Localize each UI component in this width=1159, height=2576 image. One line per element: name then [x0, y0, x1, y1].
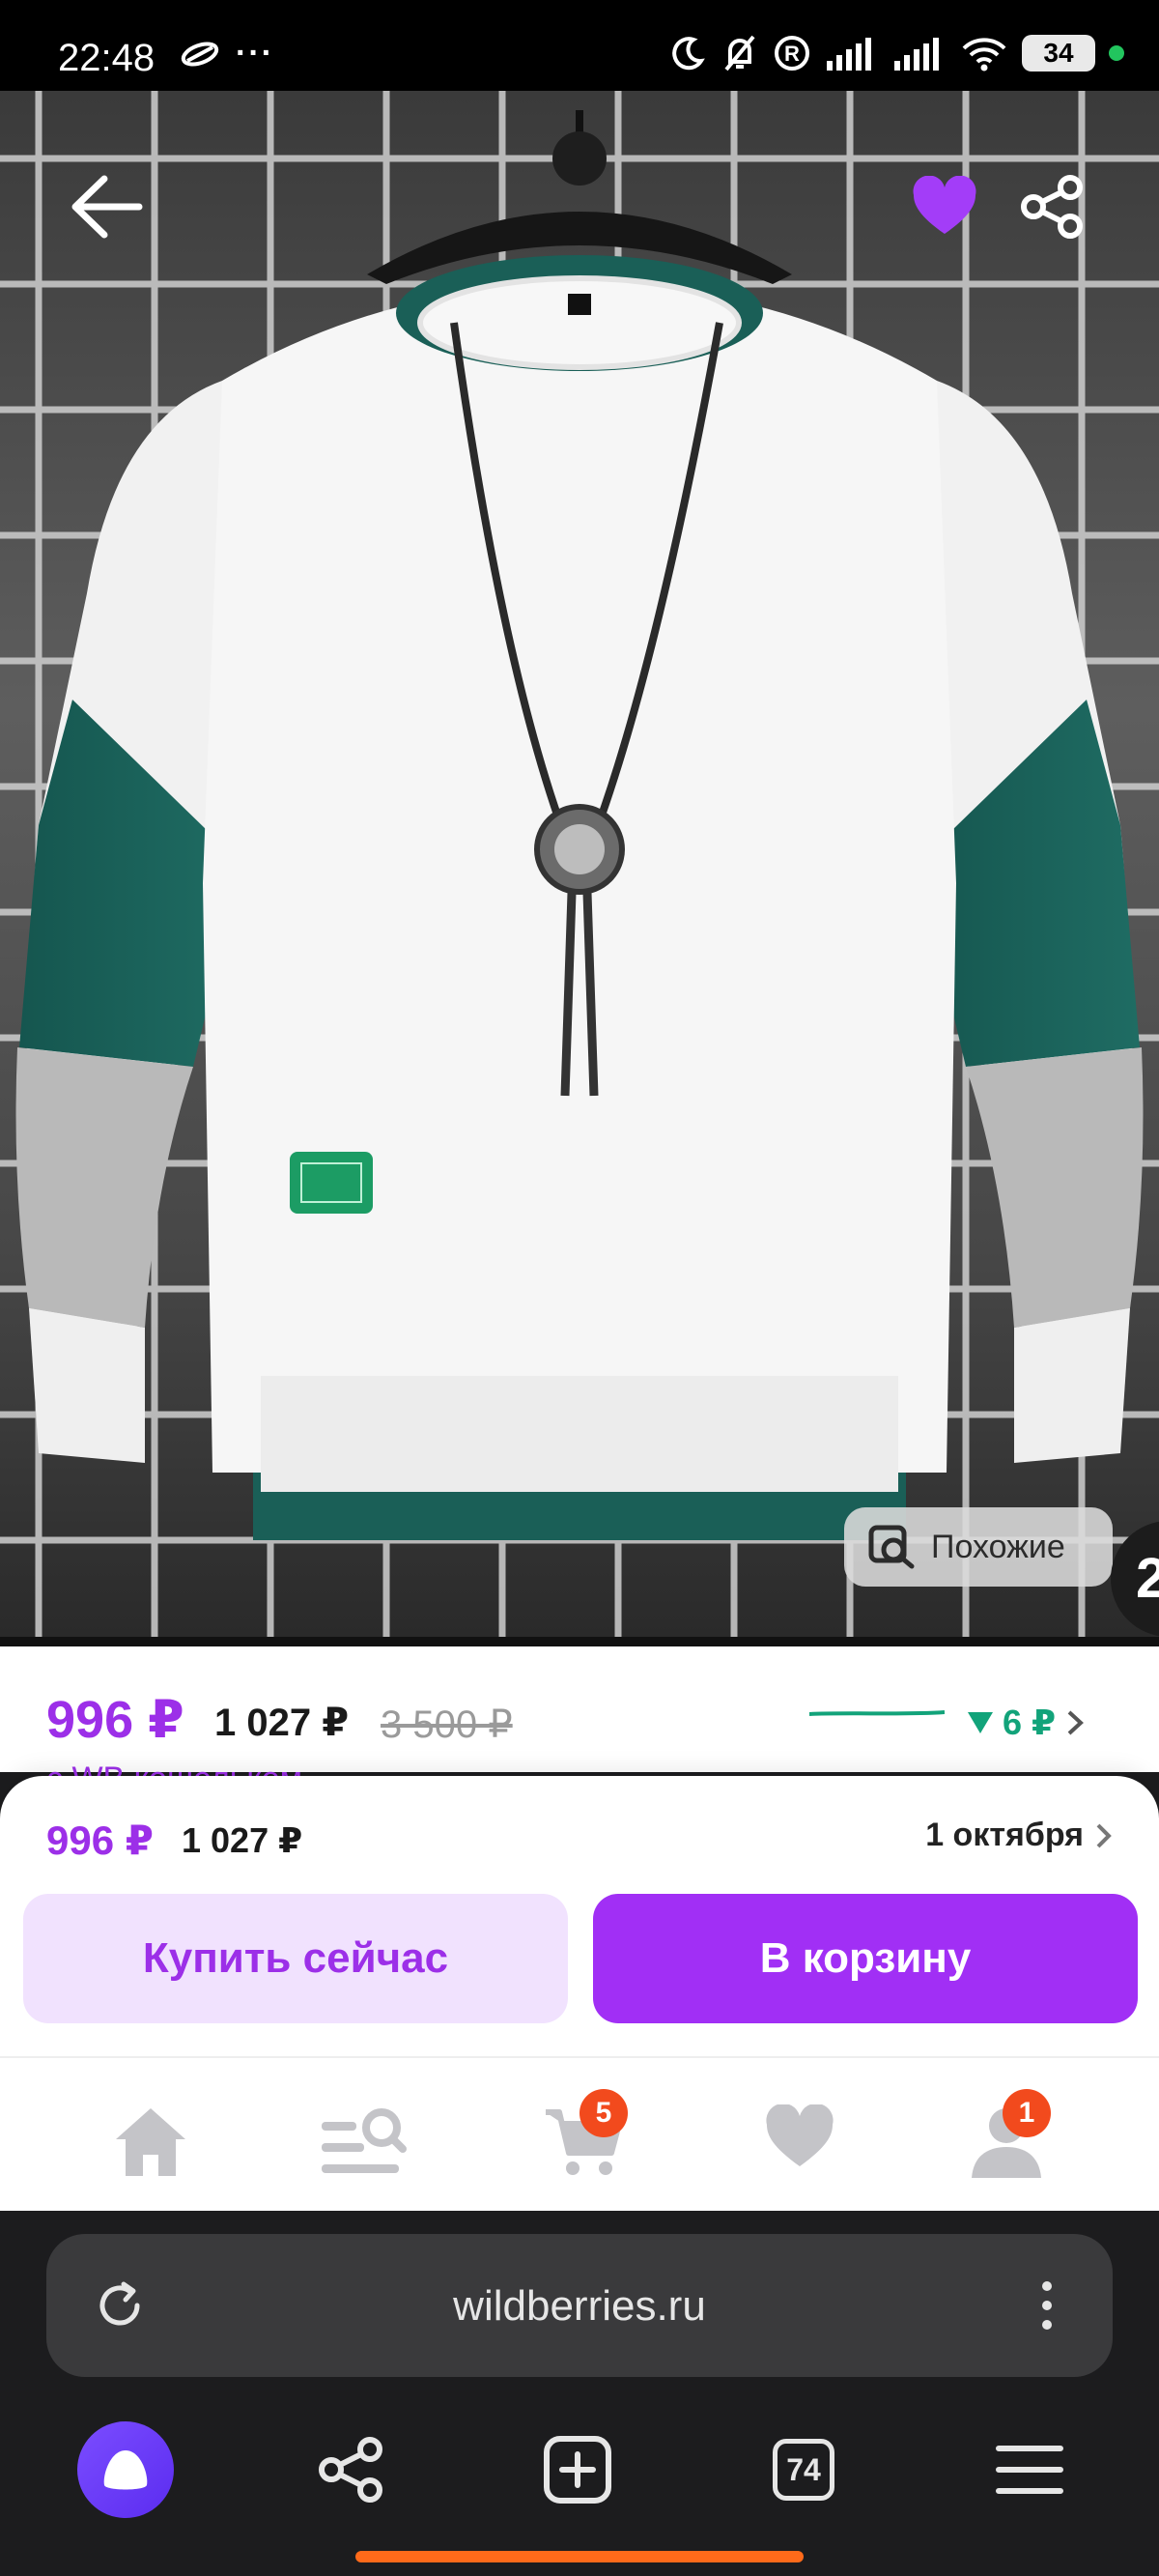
svg-text:R: R: [784, 42, 800, 66]
share-icon: [1021, 175, 1083, 239]
status-bar: 22:48 ··· R 34: [0, 0, 1159, 91]
nav-favorites[interactable]: [742, 2104, 858, 2191]
browser-menu-button[interactable]: [981, 2421, 1078, 2518]
registered-icon: R: [775, 36, 809, 71]
hamburger-menu-icon: [996, 2446, 1063, 2494]
product-photo: [0, 91, 1159, 1637]
similar-label: Похожие: [931, 1528, 1065, 1565]
wifi-icon: [962, 38, 1006, 72]
heart-filled-icon: [913, 176, 976, 234]
product-image[interactable]: Похожие 2: [0, 91, 1159, 1637]
favorite-button[interactable]: [896, 158, 993, 255]
delivery-date-label: 1 октября: [925, 1817, 1084, 1853]
address-bar[interactable]: wildberries.ru: [46, 2234, 1113, 2377]
link-icon: [181, 42, 219, 66]
price-card: 996 ₽ 1 027 ₽ 3 500 ₽ с WB кошельком 6 ₽: [0, 1637, 1159, 1797]
nav-cart[interactable]: 5: [525, 2089, 641, 2191]
camera-indicator-dot: [1109, 45, 1124, 61]
sheet-regular-price: 1 027 ₽: [182, 1820, 303, 1860]
price-drop-value: 6 ₽: [1003, 1703, 1057, 1742]
delivery-date[interactable]: 1 октября: [925, 1817, 1115, 1854]
kebab-menu-icon[interactable]: [1037, 2276, 1057, 2334]
home-indicator[interactable]: [355, 2551, 804, 2562]
share-icon: [319, 2437, 382, 2503]
buy-now-button[interactable]: Купить сейчас: [23, 1894, 568, 2023]
regular-price: 1 027 ₽: [214, 1702, 350, 1744]
price-history-sparkline[interactable]: [809, 1708, 945, 1720]
plus-box-icon: [544, 2436, 611, 2504]
status-time: 22:48: [58, 37, 155, 79]
tabs-count: 74: [773, 2439, 834, 2501]
browser-chrome: wildberries.ru 74: [0, 2211, 1159, 2576]
crossed-price: 3 500 ₽: [381, 1703, 513, 1746]
catalog-search-icon: [322, 2108, 407, 2173]
tabs-button[interactable]: 74: [755, 2421, 852, 2518]
nav-home[interactable]: [93, 2104, 209, 2191]
similar-search-icon: [868, 1525, 915, 1569]
alice-assistant-button[interactable]: [77, 2421, 174, 2518]
arrow-left-icon: [71, 175, 143, 239]
add-to-cart-button[interactable]: В корзину: [593, 1894, 1138, 2023]
price-drop[interactable]: 6 ₽: [966, 1703, 1087, 1743]
chevron-right-icon: [1067, 1710, 1085, 1735]
bell-off-icon: [724, 35, 755, 72]
triangle-down-icon: [968, 1712, 993, 1733]
nav-profile[interactable]: 1: [948, 2089, 1064, 2191]
back-button[interactable]: [58, 158, 155, 255]
nav-catalog-search[interactable]: [305, 2104, 421, 2191]
profile-badge: 1: [1003, 2089, 1051, 2137]
battery-icon: 34: [1022, 35, 1095, 72]
heart-icon: [766, 2104, 834, 2166]
wallet-price: 996 ₽: [46, 1691, 184, 1749]
home-icon: [116, 2108, 185, 2176]
purchase-sheet: 996 ₽ 1 027 ₽ 1 октября Купить сейчас В …: [0, 1776, 1159, 2056]
cart-badge: 5: [580, 2089, 628, 2137]
app-bottom-nav: 5 1: [0, 2056, 1159, 2211]
signal-icon: [827, 38, 871, 71]
alice-icon: [103, 2450, 148, 2490]
chevron-right-icon: [1096, 1823, 1112, 1847]
browser-share-button[interactable]: [303, 2421, 400, 2518]
similar-button[interactable]: Похожие: [844, 1507, 1113, 1587]
url-text: wildberries.ru: [453, 2282, 706, 2330]
share-button[interactable]: [1004, 158, 1101, 255]
sheet-wallet-price: 996 ₽: [46, 1818, 154, 1863]
moon-icon: [672, 37, 705, 71]
more-notifications: ···: [236, 35, 274, 72]
new-tab-button[interactable]: [529, 2421, 626, 2518]
signal-icon: [894, 38, 939, 71]
